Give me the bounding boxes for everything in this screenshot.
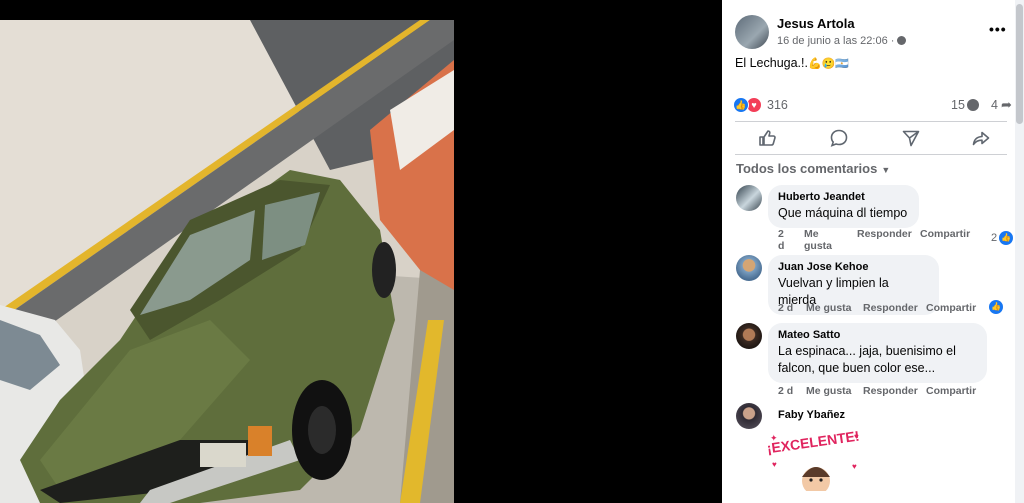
svg-text:✦: ✦	[770, 433, 778, 443]
comment-button[interactable]	[827, 128, 851, 150]
reaction-count[interactable]: 316	[767, 98, 788, 112]
svg-text:♥: ♥	[772, 460, 777, 469]
commenter-name[interactable]: Mateo Satto	[778, 328, 977, 343]
comment-share-link[interactable]: Compartir	[926, 385, 976, 397]
commenter-avatar[interactable]	[736, 255, 762, 281]
comment-item: Mateo Satto La espinaca... jaja, buenisi…	[736, 323, 1011, 401]
comment-item: Faby Ybañez ¡EXCELENTE! ✦ ♥ ♥ ♥	[736, 403, 1011, 503]
commenter-name[interactable]: Huberto Jeandet	[778, 190, 909, 205]
comment-sticker[interactable]: ¡EXCELENTE! ✦ ♥ ♥ ♥	[766, 425, 864, 495]
comment-time[interactable]: 2 d	[778, 385, 793, 397]
commenter-avatar[interactable]	[736, 323, 762, 349]
comment-time[interactable]: 2 d	[778, 302, 793, 314]
commenter-name[interactable]: Juan Jose Kehoe	[778, 260, 929, 275]
like-reaction-icon[interactable]: 👍	[733, 97, 749, 113]
commenter-avatar[interactable]	[736, 185, 762, 211]
comment-reply-link[interactable]: Responder	[863, 302, 918, 314]
like-button[interactable]	[755, 128, 779, 150]
comment-time[interactable]: 2 d	[778, 228, 786, 252]
post-panel: Jesus Artola 16 de junio a las 22:06 · •…	[722, 0, 1024, 503]
comment-text: La espinaca... jaja, buenisimo el falcon…	[778, 344, 956, 375]
excelente-sticker-image: ¡EXCELENTE! ✦ ♥ ♥ ♥	[766, 428, 860, 495]
post-text: El Lechuga.!.💪🥲🇦🇷	[735, 56, 849, 70]
divider-top	[735, 121, 1007, 122]
share-icon	[972, 131, 990, 146]
comments-sort-dropdown[interactable]: Todos los comentarios ▼	[736, 161, 890, 176]
commenter-name[interactable]: Faby Ybañez	[778, 408, 845, 423]
comment-like-link[interactable]: Me gusta	[806, 385, 852, 397]
more-options-button[interactable]: •••	[989, 21, 1007, 37]
chevron-down-icon: ▼	[881, 165, 891, 175]
share-count[interactable]: 4	[991, 98, 998, 112]
send-button[interactable]	[899, 128, 923, 150]
post-author-name[interactable]: Jesus Artola	[777, 16, 855, 31]
post-photo[interactable]	[0, 20, 454, 503]
post-meta: 16 de junio a las 22:06 ·	[777, 35, 907, 47]
svg-text:♥: ♥	[854, 432, 859, 441]
comment-icon	[830, 129, 848, 147]
comment-bubble: Huberto Jeandet Que máquina dl tiempo	[768, 185, 919, 228]
post-actions	[735, 126, 1007, 152]
comment-text: Que máquina dl tiempo	[778, 206, 908, 220]
comment-reply-link[interactable]: Responder	[863, 385, 918, 397]
scrollbar-thumb[interactable]	[1016, 4, 1023, 124]
divider-bottom	[735, 154, 1007, 155]
globe-icon	[897, 36, 907, 45]
comment-count-icon	[967, 99, 979, 111]
share-button[interactable]	[969, 128, 993, 150]
send-icon	[902, 130, 920, 147]
share-count-icon: ➦	[1001, 97, 1012, 112]
post-timestamp[interactable]: 16 de junio a las 22:06 ·	[777, 35, 897, 47]
comment-item: Huberto Jeandet Que máquina dl tiempo 2 …	[736, 185, 1013, 255]
like-badge-icon: 👍	[989, 300, 1003, 314]
photo-viewer	[0, 0, 722, 503]
post-header: Jesus Artola 16 de junio a las 22:06 · •…	[735, 15, 1007, 51]
thumb-up-icon	[759, 130, 776, 146]
svg-text:♥: ♥	[852, 462, 857, 471]
comment-share-link[interactable]: Compartir	[926, 302, 976, 314]
reactions-bar: ♥ 👍 316 15 4 ➦	[733, 97, 1013, 115]
post-text-emoji: 💪🥲🇦🇷	[807, 58, 850, 70]
comment-like-link[interactable]: Me gusta	[806, 302, 852, 314]
comment-item: Juan Jose Kehoe Vuelvan y limpien la mie…	[736, 255, 1011, 320]
car-photo-image	[0, 20, 454, 503]
author-avatar[interactable]	[735, 15, 769, 49]
scrollbar[interactable]	[1015, 0, 1024, 503]
comment-like-count[interactable]: 2	[991, 232, 997, 244]
comment-count[interactable]: 15	[951, 98, 965, 112]
commenter-avatar[interactable]	[736, 403, 762, 429]
comments-sort-label: Todos los comentarios	[736, 161, 878, 176]
comment-share-link[interactable]: Compartir	[920, 228, 970, 240]
comment-reply-link[interactable]: Responder	[857, 228, 912, 240]
post-text-body: El Lechuga.!.	[735, 56, 808, 70]
comment-bubble: Mateo Satto La espinaca... jaja, buenisi…	[768, 323, 987, 383]
comment-like-link[interactable]: Me gusta	[804, 228, 834, 252]
like-badge-icon: 👍	[999, 231, 1013, 245]
